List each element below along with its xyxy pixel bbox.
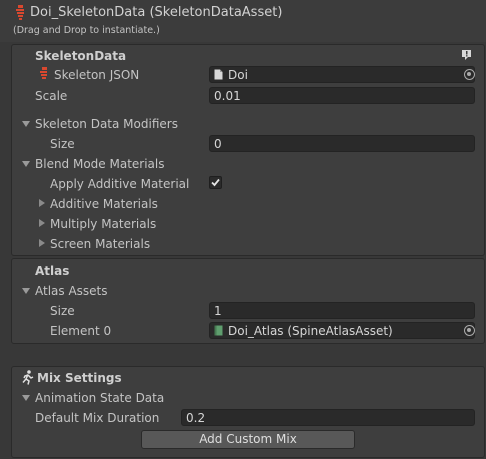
skeleton-json-field[interactable]: Doi: [209, 66, 475, 83]
modifiers-foldout-arrow-icon[interactable]: [22, 121, 30, 127]
atlas-section-title: Atlas: [35, 264, 70, 278]
additive-foldout-arrow-icon[interactable]: [39, 199, 45, 207]
default-mix-duration-input[interactable]: 0.2: [181, 409, 475, 426]
animation-state-foldout-arrow-icon[interactable]: [22, 395, 30, 401]
scale-input[interactable]: 0.01: [209, 87, 475, 104]
screen-foldout-arrow-icon[interactable]: [39, 239, 45, 247]
blend-mode-materials-label[interactable]: Blend Mode Materials: [35, 156, 165, 172]
atlas-assets-foldout-arrow-icon[interactable]: [22, 288, 30, 294]
multiply-foldout-arrow-icon[interactable]: [39, 219, 45, 227]
modifiers-size-input[interactable]: 0: [209, 135, 475, 152]
atlas-assets-label[interactable]: Atlas Assets: [35, 283, 108, 299]
asset-title: Doi_SkeletonData (SkeletonDataAsset): [30, 5, 283, 20]
element0-field[interactable]: Doi_Atlas (SpineAtlasAsset): [209, 322, 475, 339]
atlas-asset-icon: [214, 325, 223, 336]
default-mix-duration-label: Default Mix Duration: [35, 411, 160, 425]
add-custom-mix-button[interactable]: Add Custom Mix: [141, 430, 355, 449]
object-picker-icon[interactable]: [464, 69, 475, 80]
asset-subtitle: (Drag and Drop to instantiate.): [13, 25, 160, 36]
element0-value: Doi_Atlas (SpineAtlasAsset): [228, 324, 393, 338]
skeleton-data-section-title: SkeletonData: [35, 49, 127, 63]
checkmark-icon: [211, 178, 220, 187]
multiply-materials-label[interactable]: Multiply Materials: [50, 216, 156, 232]
animation-state-data-label[interactable]: Animation State Data: [35, 390, 164, 406]
text-asset-icon: [214, 69, 223, 80]
scale-label: Scale: [35, 89, 68, 103]
atlas-size-input[interactable]: 1: [209, 302, 475, 319]
skeleton-json-value: Doi: [228, 68, 248, 82]
apply-additive-label: Apply Additive Material: [50, 177, 190, 191]
warning-icon[interactable]: [461, 49, 472, 61]
atlas-object-picker-icon[interactable]: [464, 325, 475, 336]
spine-json-icon: [40, 67, 47, 79]
additive-materials-label[interactable]: Additive Materials: [50, 196, 158, 212]
atlas-size-label: Size: [50, 304, 75, 318]
apply-additive-checkbox[interactable]: [209, 176, 222, 189]
modifiers-size-label: Size: [50, 137, 75, 151]
blend-foldout-arrow-icon[interactable]: [22, 161, 30, 167]
skeleton-data-modifiers-label[interactable]: Skeleton Data Modifiers: [35, 116, 178, 132]
spine-skeleton-icon: [16, 5, 24, 20]
skeleton-json-label: Skeleton JSON: [54, 68, 140, 82]
running-figure-icon: [22, 370, 34, 385]
screen-materials-label[interactable]: Screen Materials: [50, 236, 150, 252]
mix-settings-title: Mix Settings: [37, 371, 122, 385]
element0-label: Element 0: [50, 324, 112, 338]
